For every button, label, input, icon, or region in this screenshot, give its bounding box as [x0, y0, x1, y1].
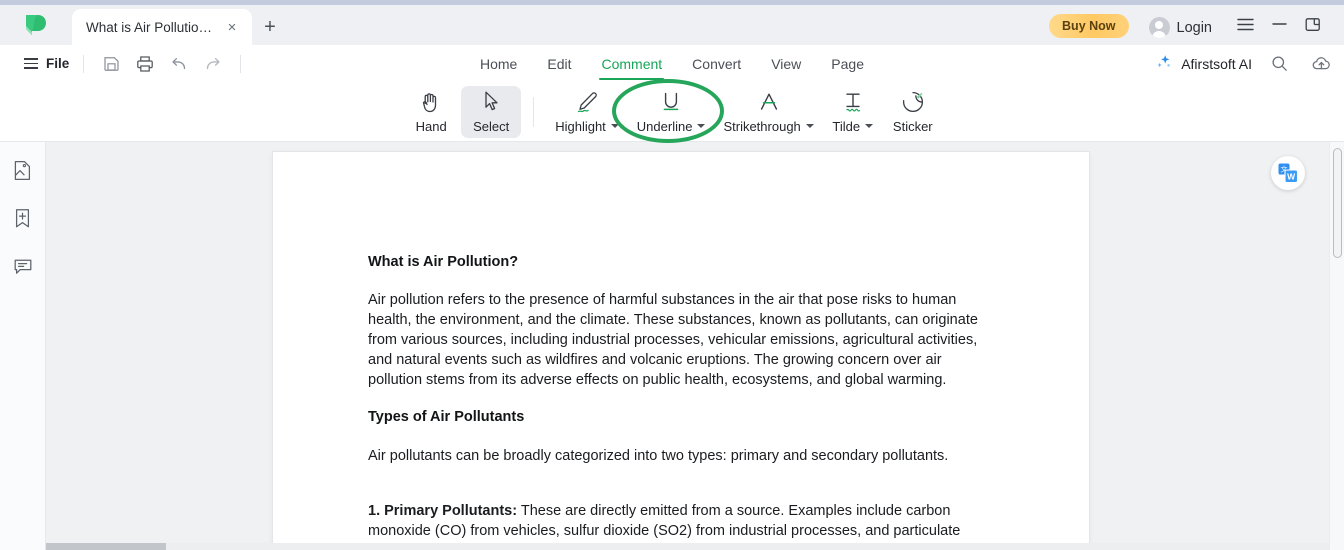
doc-paragraph-3-bold: 1. Primary Pollutants:: [368, 502, 518, 519]
tool-underline-label: Underline: [637, 119, 706, 134]
avatar-icon: [1148, 17, 1170, 38]
document-tab-label: What is Air Pollution.pdf: [86, 19, 216, 35]
strikethrough-icon: [756, 90, 782, 114]
close-tab-icon[interactable]: ×: [222, 17, 242, 37]
tab-page[interactable]: Page: [829, 48, 866, 80]
annotation-toolbar: Hand Select Highlight Underline Striketh…: [0, 82, 1344, 142]
underline-icon: [658, 90, 684, 114]
bookmark-add-icon[interactable]: [9, 204, 37, 232]
doc-spacer-2: [368, 466, 994, 483]
tool-highlight-text: Highlight: [555, 118, 606, 134]
afirstsoft-logo-icon: [24, 14, 48, 36]
doc-heading-2: Types of Air Pollutants: [368, 409, 525, 426]
tool-tilde[interactable]: Tilde: [823, 86, 883, 138]
convert-to-word-icon[interactable]: 文 W: [1271, 156, 1305, 190]
tool-sticker-label: Sticker: [892, 118, 933, 134]
sticker-icon: [901, 90, 925, 114]
tool-tilde-label: Tilde: [832, 118, 874, 134]
document-tab[interactable]: What is Air Pollution.pdf ×: [72, 9, 252, 45]
print-icon[interactable]: [132, 51, 158, 77]
vertical-scrollbar[interactable]: [1329, 142, 1344, 550]
horizontal-scrollbar[interactable]: [46, 543, 1329, 550]
tool-select[interactable]: Select: [461, 85, 522, 138]
login-button[interactable]: Login: [1148, 17, 1212, 38]
tool-sticker[interactable]: Sticker: [883, 86, 943, 138]
tab-edit[interactable]: Edit: [545, 48, 573, 80]
tab-home[interactable]: Home: [478, 48, 519, 80]
tool-underline[interactable]: Underline: [628, 86, 715, 138]
chevron-down-icon[interactable]: [865, 124, 874, 128]
tool-strikethrough[interactable]: Strikethrough: [714, 86, 822, 138]
tool-strikethrough-text: Strikethrough: [723, 118, 801, 134]
tool-highlight-label: Highlight: [555, 119, 619, 134]
chevron-down-icon[interactable]: [805, 124, 814, 128]
afirstsoft-ai-button[interactable]: Afirstsoft AI: [1155, 53, 1252, 74]
hand-icon: [420, 90, 442, 114]
document-viewer[interactable]: 文 W What is Air Pollution? Air pollution…: [46, 142, 1329, 550]
tool-hand-label: Hand: [415, 118, 447, 134]
tool-hand[interactable]: Hand: [401, 86, 461, 138]
cloud-upload-icon[interactable]: [1308, 51, 1334, 77]
doc-spacer-1: [368, 390, 994, 407]
tool-divider: [533, 96, 535, 127]
pdf-editor-window: What is Air Pollution.pdf × + Buy Now Lo…: [0, 0, 1344, 550]
tool-select-label: Select: [473, 118, 510, 134]
tool-tilde-text: Tilde: [832, 118, 861, 134]
svg-text:W: W: [1287, 171, 1296, 181]
tool-underline-text: Underline: [636, 118, 693, 134]
page-thumbnail-icon[interactable]: [9, 156, 37, 184]
pdf-page-content: What is Air Pollution? Air pollution ref…: [273, 152, 1089, 550]
title-bar: What is Air Pollution.pdf × + Buy Now Lo…: [0, 5, 1344, 45]
vertical-scrollbar-thumb[interactable]: [1333, 148, 1342, 258]
redo-icon[interactable]: [200, 51, 226, 77]
buy-now-button[interactable]: Buy Now: [1049, 14, 1129, 38]
restore-window-icon[interactable]: [1296, 7, 1330, 41]
pdf-page: What is Air Pollution? Air pollution ref…: [273, 152, 1089, 550]
save-icon[interactable]: [98, 51, 124, 77]
login-label: Login: [1176, 19, 1212, 36]
chevron-down-icon[interactable]: [610, 124, 619, 128]
menu-bar: File Home Edit Comment Convert View Page…: [0, 45, 1344, 82]
file-menu-button[interactable]: File: [24, 56, 69, 71]
cursor-arrow-icon: [481, 90, 501, 114]
main-menu-icon[interactable]: [1228, 7, 1262, 41]
doc-paragraph-2: Air pollutants can be broadly categorize…: [368, 447, 949, 464]
search-icon[interactable]: [1266, 51, 1292, 77]
doc-heading-1: What is Air Pollution?: [368, 254, 519, 270]
tab-view[interactable]: View: [769, 48, 803, 80]
app-logo-container: [0, 5, 72, 45]
left-sidebar: [0, 142, 46, 550]
afirstsoft-ai-label: Afirstsoft AI: [1181, 55, 1252, 72]
tab-convert[interactable]: Convert: [690, 48, 743, 80]
horizontal-scrollbar-thumb[interactable]: [46, 543, 166, 550]
comment-list-icon[interactable]: [9, 252, 37, 280]
highlight-pen-icon: [574, 90, 600, 114]
doc-paragraph-1: Air pollution refers to the presence of …: [368, 292, 978, 389]
file-menu-label: File: [46, 56, 70, 71]
ai-area: Afirstsoft AI: [1155, 45, 1292, 82]
new-tab-button[interactable]: +: [252, 9, 288, 45]
sparkle-icon: [1155, 53, 1173, 74]
tilde-underline-icon: [840, 90, 866, 114]
file-menu-icon: [24, 58, 38, 69]
minimize-window-icon[interactable]: [1262, 7, 1296, 41]
undo-icon[interactable]: [166, 51, 192, 77]
toolbar-divider: [83, 54, 85, 73]
tool-highlight[interactable]: Highlight: [546, 86, 628, 138]
tool-strikethrough-label: Strikethrough: [723, 118, 814, 134]
toolbar-divider-2: [240, 54, 242, 73]
tab-comment[interactable]: Comment: [599, 48, 664, 80]
chevron-down-icon[interactable]: [697, 124, 706, 128]
